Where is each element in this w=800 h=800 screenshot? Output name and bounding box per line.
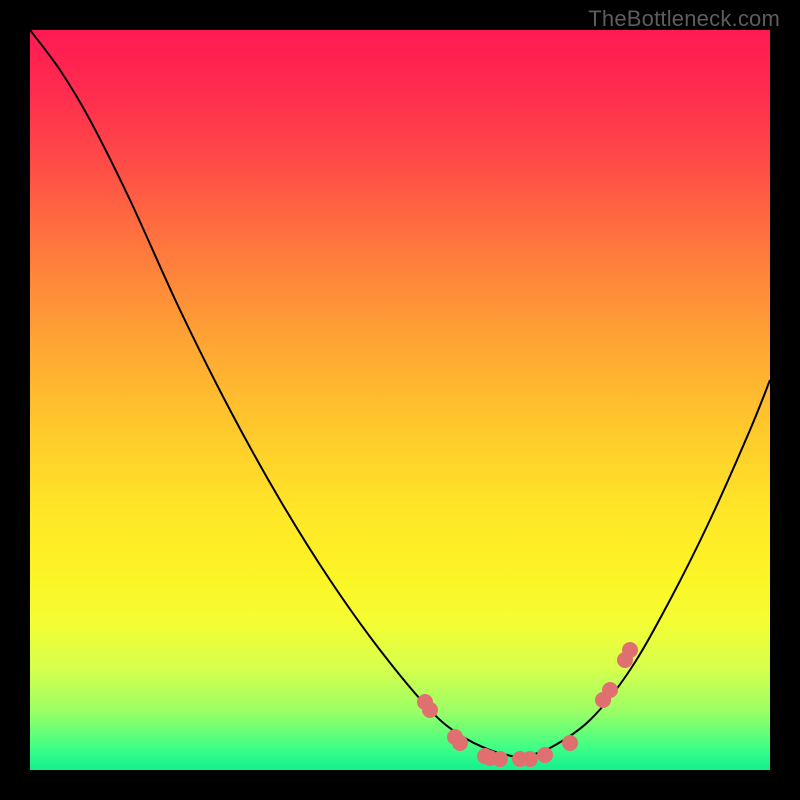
highlight-dot [622,642,638,658]
highlight-dot [422,702,438,718]
watermark-text: TheBottleneck.com [588,6,780,32]
highlight-dot [522,751,538,767]
right-curve [520,380,770,758]
chart-svg [30,30,770,770]
plot-area [30,30,770,770]
highlight-dot [537,747,553,763]
highlight-dot [562,735,578,751]
highlight-dot [602,682,618,698]
chart-container: TheBottleneck.com [0,0,800,800]
highlight-dot [492,751,508,767]
highlight-dots [417,642,638,767]
highlight-dot [452,735,468,751]
left-curve [30,30,520,758]
